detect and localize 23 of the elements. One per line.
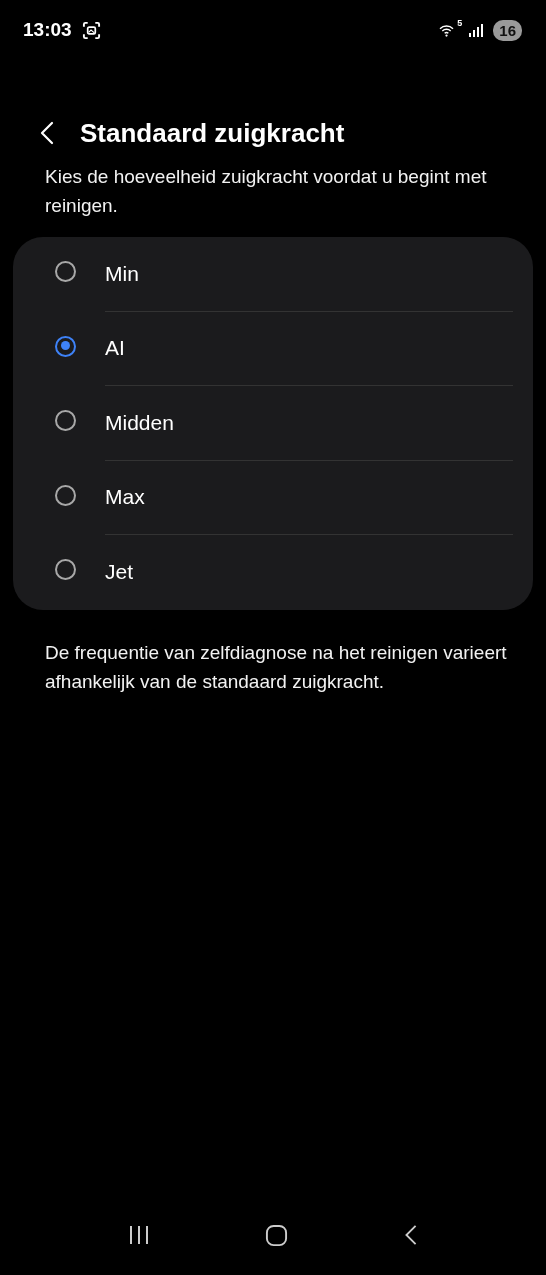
page-title: Standaard zuigkracht [80, 117, 345, 149]
option-label[interactable]: Midden [105, 386, 513, 461]
recent-apps-icon[interactable] [127, 1225, 150, 1245]
radio-button[interactable] [55, 261, 76, 282]
radio-button[interactable] [55, 559, 76, 580]
network-type-label: 5 [457, 17, 463, 28]
radio-button[interactable] [55, 335, 76, 357]
option-label[interactable]: Min [105, 237, 513, 312]
battery-indicator: 16 [493, 19, 522, 41]
option-label[interactable]: Jet [105, 535, 513, 610]
wifi-icon [439, 23, 455, 37]
radio-button[interactable] [55, 410, 76, 431]
home-icon[interactable] [265, 1223, 289, 1247]
option-label[interactable]: Max [105, 460, 513, 535]
footnote-text: De frequentie van zelfdiagnose na het reinigen varieert afhankelijk van de standaard zuigkracht. [45, 640, 508, 694]
radio-button[interactable] [55, 484, 76, 506]
back-icon[interactable] [40, 121, 54, 145]
back-icon[interactable] [404, 1224, 419, 1246]
signal-icon [469, 23, 484, 37]
description-text: Kies de hoeveelheid zuigkracht voordat u begint met reinigen. [45, 165, 488, 218]
status-time: 13:03 [23, 19, 72, 41]
option-label[interactable]: AI [105, 311, 513, 386]
screenshot-icon [81, 20, 101, 40]
